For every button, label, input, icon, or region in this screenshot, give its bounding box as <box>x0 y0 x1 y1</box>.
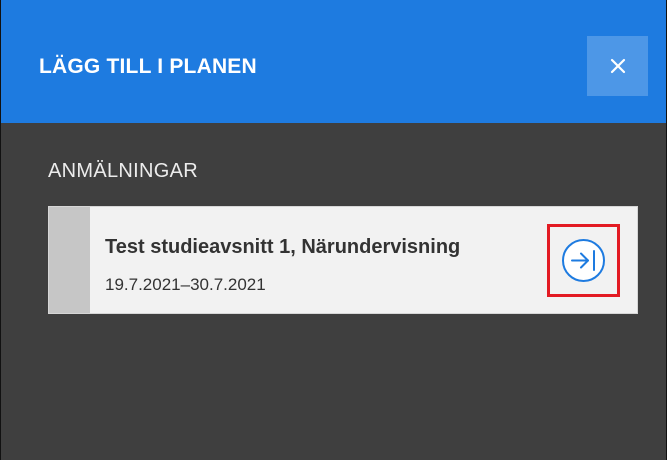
close-button[interactable] <box>587 36 648 96</box>
enrollment-title: Test studieavsnitt 1, Närundervisning <box>105 236 461 258</box>
dialog-title: LÄGG TILL I PLANEN <box>39 55 257 78</box>
card-status-stripe <box>49 207 90 313</box>
arrow-right-to-bar-icon[interactable] <box>561 238 606 283</box>
add-to-plan-highlight <box>547 224 620 297</box>
dialog-header: LÄGG TILL I PLANEN <box>1 0 666 123</box>
close-icon <box>610 58 625 74</box>
enrollment-dates: 19.7.2021–30.7.2021 <box>105 275 266 294</box>
section-title-enrollments: ANMÄLNINGAR <box>48 160 198 182</box>
